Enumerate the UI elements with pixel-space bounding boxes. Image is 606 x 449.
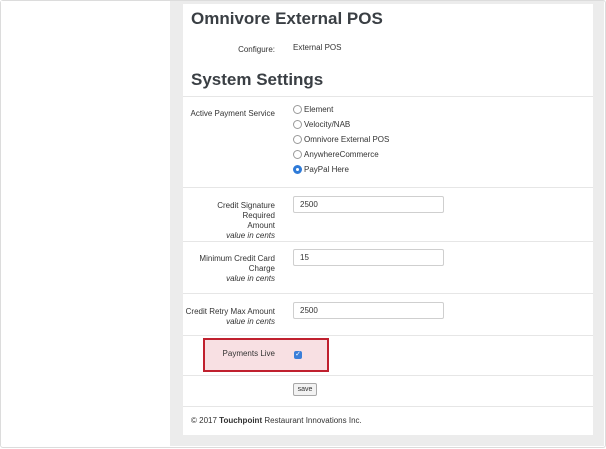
copyright-text: © 2017 xyxy=(191,416,217,425)
label-line: Charge xyxy=(248,264,275,273)
divider xyxy=(183,406,593,407)
radio-velocity-nab[interactable]: Velocity/NAB xyxy=(293,118,350,130)
configure-value: External POS xyxy=(293,43,342,52)
divider xyxy=(183,241,593,242)
radio-label: PayPal Here xyxy=(304,164,349,174)
label-line: Credit Retry Max Amount xyxy=(185,307,275,316)
label-line: Amount xyxy=(247,221,275,230)
credit-signature-input[interactable] xyxy=(293,196,444,213)
radio-button[interactable] xyxy=(293,119,302,129)
save-button[interactable]: save xyxy=(293,383,317,396)
radio-paypal-here[interactable]: PayPal Here xyxy=(293,163,349,175)
radio-label: Omnivore External POS xyxy=(304,134,390,144)
divider xyxy=(183,375,593,376)
divider xyxy=(183,335,593,336)
hint-text: value in cents xyxy=(226,274,275,283)
radio-button[interactable] xyxy=(293,149,302,159)
payments-live-label: Payments Live xyxy=(222,349,275,358)
page-title: Omnivore External POS xyxy=(191,9,383,28)
radio-omnivore-external-pos[interactable]: Omnivore External POS xyxy=(293,133,389,145)
label-line: Credit Signature Required xyxy=(217,201,275,220)
brand-name: Touchpoint xyxy=(219,416,263,425)
radio-button-selected[interactable] xyxy=(293,164,302,174)
credit-retry-input[interactable] xyxy=(293,302,444,319)
payment-service-label: Active Payment Service xyxy=(190,109,275,118)
radio-element[interactable]: Element xyxy=(293,103,333,115)
radio-button[interactable] xyxy=(293,104,302,114)
radio-anywherecommerce[interactable]: AnywhereCommerce xyxy=(293,148,379,160)
configure-label: Configure: xyxy=(238,45,275,54)
divider xyxy=(183,293,593,294)
footer: © 2017 Touchpoint Restaurant Innovations… xyxy=(191,416,362,425)
divider xyxy=(183,187,593,188)
label-line: Minimum Credit Card xyxy=(199,254,275,263)
section-title: System Settings xyxy=(191,70,324,89)
radio-label: Velocity/NAB xyxy=(304,119,351,129)
min-credit-input[interactable] xyxy=(293,249,444,266)
radio-label: AnywhereCommerce xyxy=(304,149,379,159)
company-suffix: Restaurant Innovations Inc. xyxy=(264,416,362,425)
hint-text: value in cents xyxy=(226,317,275,326)
credit-retry-label: Credit Retry Max Amount value in cents xyxy=(183,307,275,327)
sidebar xyxy=(1,1,170,446)
min-credit-label: Minimum Credit Card Charge value in cent… xyxy=(183,254,275,284)
radio-button[interactable] xyxy=(293,134,302,144)
credit-signature-label: Credit Signature Required Amount value i… xyxy=(183,201,275,241)
radio-label: Element xyxy=(304,104,334,114)
hint-text: value in cents xyxy=(226,231,275,240)
payments-live-checkbox[interactable]: ✓ xyxy=(294,351,302,359)
divider xyxy=(183,96,593,97)
